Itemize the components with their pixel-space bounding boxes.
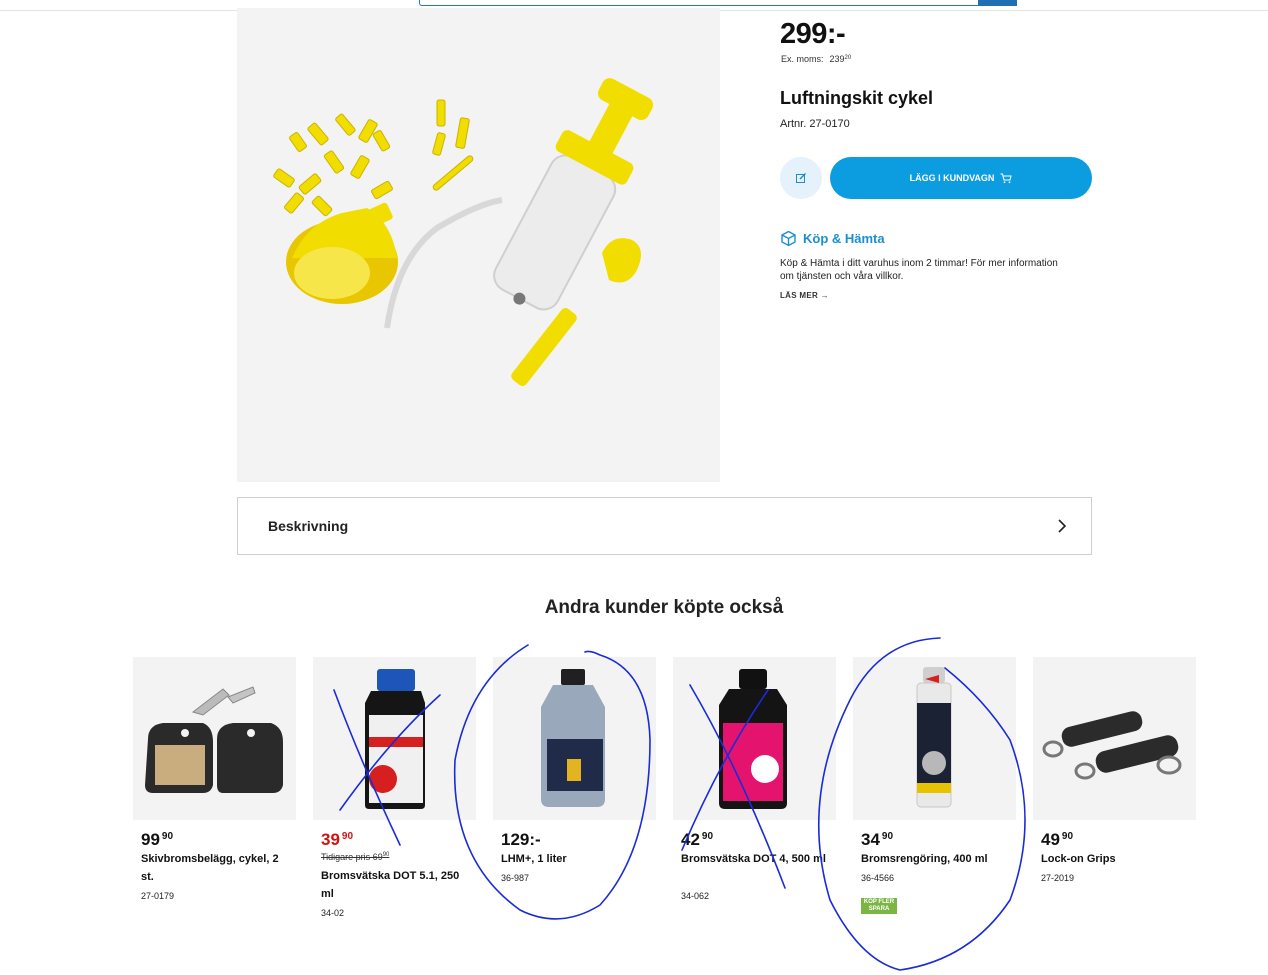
ex-vat-decimals: 20 [844,55,852,61]
card-artnr: 34-02 [321,908,345,917]
card-name: Lock-on Grips [1041,853,1116,865]
card-price: 39 90 [321,830,354,849]
card-price: 99 90 [141,830,174,849]
product-card-image [853,657,1016,820]
read-more-link[interactable]: LÄS MER → [780,291,829,300]
product-card[interactable]: 34 90 Bromsrengöring, 400 ml 36-4566 KÖP … [853,657,1016,917]
product-card-image [493,657,656,820]
arrow-right-icon: → [820,291,829,300]
product-price: 299:- [780,18,846,50]
ex-vat-price: Ex. moms: 23920 [781,54,851,64]
product-card[interactable]: 39 90 Tidigare pris 6990 Bromsvätska DOT … [313,657,476,917]
bleed-kit-image [273,78,654,386]
product-card[interactable]: 99 90 Skivbromsbelägg, cykel, 2 st. 27-01… [133,657,296,917]
grips-image [1042,711,1182,780]
card-artnr: 34-062 [681,891,710,901]
recommendations-title: Andra kunder köpte också [544,597,784,618]
chevron-right-icon [1058,519,1067,533]
card-price: 34 90 [861,830,894,849]
card-artnr: 36-4566 [861,873,895,883]
cart-icon [1000,173,1013,183]
card-name: Bromsvätska DOT 4, 500 ml [681,853,826,865]
product-artnr: Artnr. 27-0170 [780,118,850,130]
box-icon [781,230,796,247]
card-name: Bromsrengöring, 400 ml [861,853,988,865]
product-card-image [1033,657,1196,820]
product-card-image [133,657,296,820]
card-price: 49 90 [1041,830,1074,849]
card-name: LHM+, 1 liter [501,853,567,865]
product-card-image [673,657,836,820]
card-artnr: 36-987 [501,873,530,883]
ex-vat-label: Ex. moms: [781,54,824,64]
card-price: 42 90 [681,830,714,849]
pickup-text: Köp & Hämta i ditt varuhus inom 2 timmar… [780,258,1058,282]
search-button[interactable] [978,0,1017,6]
card-artnr: 27-0179 [141,891,175,901]
search-input[interactable] [419,0,1017,6]
card-name: Bromsvätska DOT 5.1, 250 ml [321,870,460,900]
hydraulic-fluid-bottle-image [541,669,605,807]
dot4-bottle-image [719,669,787,809]
read-more-label: LÄS MER [780,291,819,300]
buy-more-badge: KÖP FLER SPARA [861,898,897,914]
description-accordion[interactable]: Beskrivning [237,497,1092,555]
product-image [237,8,720,482]
pickup-title-text: Köp & Hämta [803,231,885,246]
card-price: 129:- [501,830,541,849]
card-name: Skivbromsbelägg, cykel, 2 st. [141,853,279,883]
product-card[interactable]: 129:- LHM+, 1 liter 36-987 [493,657,656,917]
product-page: 299:- Ex. moms: 23920 Luftningskit cykel … [0,0,1268,975]
add-to-cart-label: LÄGG I KUNDVAGN [909,173,995,183]
product-card[interactable]: 49 90 Lock-on Grips 27-2019 [1033,657,1196,917]
card-previous-price: Tidigare pris 6990 [321,852,390,862]
edit-button[interactable] [780,157,822,199]
brake-fluid-bottle-image [365,669,425,809]
product-card[interactable]: 42 90 Bromsvätska DOT 4, 500 ml 34-062 [673,657,836,917]
product-title: Luftningskit cykel [780,88,934,108]
pickup-title: Köp & Hämta [780,230,885,247]
brake-pads-image [145,686,283,793]
card-artnr: 27-2019 [1041,873,1075,883]
description-label: Beskrivning [268,518,349,534]
ex-vat-value: 239 [829,54,845,64]
add-to-cart-button[interactable]: LÄGG I KUNDVAGN [830,157,1092,199]
brake-cleaner-spray-image [916,667,952,808]
edit-icon [796,173,806,183]
product-card-image [313,657,476,820]
